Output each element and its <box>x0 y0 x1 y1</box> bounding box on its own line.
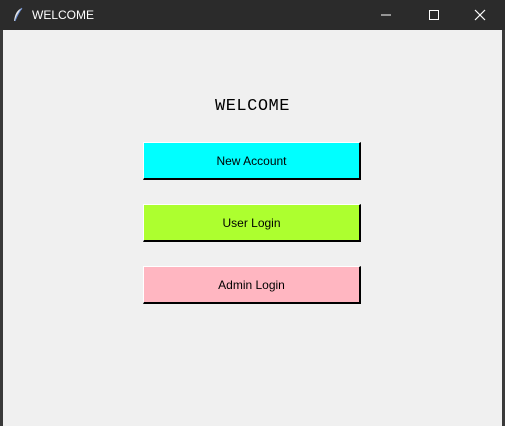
app-window: WELCOME WELCOME New Account User Login A… <box>0 0 505 426</box>
close-button[interactable] <box>457 0 503 30</box>
close-icon <box>474 9 486 21</box>
maximize-icon <box>429 10 439 20</box>
new-account-button[interactable]: New Account <box>143 142 361 180</box>
window-content: WELCOME New Account User Login Admin Log… <box>3 30 502 426</box>
title-bar[interactable]: WELCOME <box>0 0 505 30</box>
admin-login-button[interactable]: Admin Login <box>143 266 361 304</box>
welcome-heading: WELCOME <box>215 97 290 116</box>
minimize-button[interactable] <box>363 0 409 30</box>
window-title: WELCOME <box>32 8 95 22</box>
user-login-button[interactable]: User Login <box>143 204 361 242</box>
minimize-icon <box>381 14 391 16</box>
feather-icon <box>10 7 26 23</box>
maximize-button[interactable] <box>411 0 457 30</box>
